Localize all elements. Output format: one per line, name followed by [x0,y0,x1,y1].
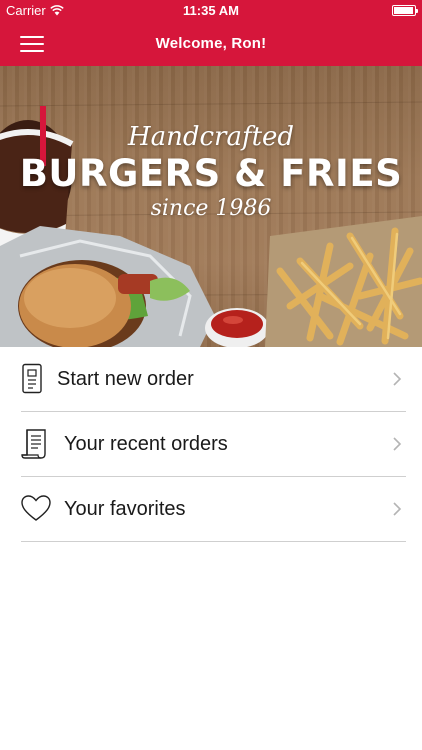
hero-headline: BURGERS & FRIES [19,152,403,195]
chevron-right-icon [393,437,402,451]
hero-tagline-top: Handcrafted [127,122,295,152]
battery-level [394,7,413,14]
start-new-order-row[interactable]: Start new order [21,347,406,412]
recent-orders-row[interactable]: Your recent orders [21,412,406,477]
start-new-order-label: Start new order [57,368,194,390]
favorites-label: Your favorites [64,498,186,520]
receipt-scroll-icon [21,429,46,459]
nav-bar: Welcome, Ron! [0,22,422,66]
menu-list: Start new order Your recent orders Your … [0,347,422,542]
chevron-right-icon [393,372,402,386]
order-receipt-icon [22,363,42,394]
recent-orders-label: Your recent orders [64,433,228,455]
heart-icon [21,495,51,521]
favorites-row[interactable]: Your favorites [21,477,406,542]
battery-icon [392,5,418,16]
page-title: Welcome, Ron! [155,35,267,52]
ketchup-cup [205,308,269,347]
chevron-right-icon [393,502,402,516]
status-bar: Carrier 11:35 AM [0,0,422,22]
hero-banner: Handcrafted BURGERS & FRIES since 1986 [0,66,422,347]
status-time: 11:35 AM [183,3,239,18]
hero-since: since 1986 [150,196,272,221]
